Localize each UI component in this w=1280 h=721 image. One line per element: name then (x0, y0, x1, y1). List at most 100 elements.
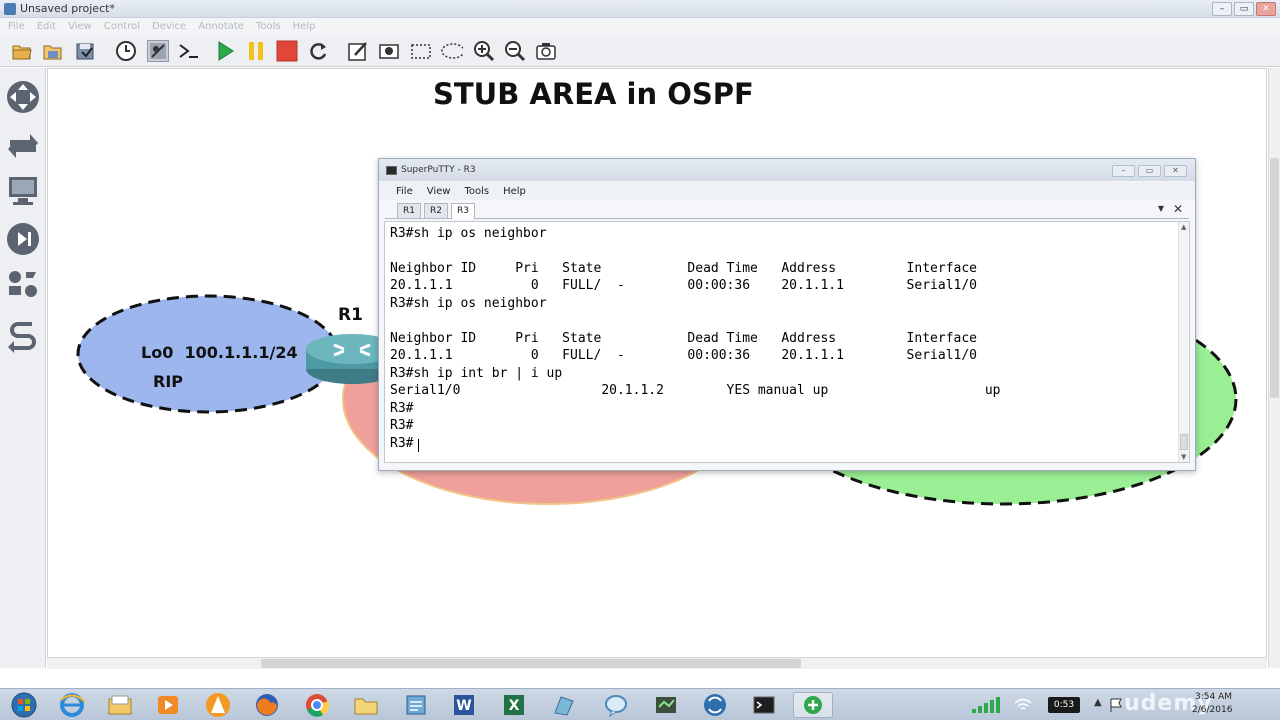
menu-help[interactable]: Help (293, 21, 316, 32)
canvas-vertical-scrollbar[interactable] (1268, 68, 1280, 668)
putty-title: SuperPuTTY - R3 (401, 165, 476, 175)
notepad-pad-icon[interactable] (396, 692, 436, 718)
open-project-icon[interactable] (42, 40, 64, 62)
putty-menu-tools[interactable]: Tools (464, 186, 489, 197)
putty-terminal-icon (386, 166, 397, 175)
paint-icon[interactable] (544, 692, 584, 718)
terminal-output[interactable]: R3#sh ip os neighbor Neighbor ID Pri Sta… (384, 221, 1190, 463)
app-title-bar: Unsaved project* – ▭ ✕ (0, 0, 1280, 18)
putty-title-bar[interactable]: SuperPuTTY - R3 – ▭ ✕ (379, 159, 1195, 181)
screenshot-icon[interactable] (535, 40, 557, 62)
menu-device[interactable]: Device (152, 21, 186, 32)
vlc-player-icon[interactable] (198, 692, 238, 718)
horizontal-scroll-thumb[interactable] (261, 659, 801, 668)
recording-timer-badge: 0:53 (1048, 697, 1080, 713)
chrome-icon[interactable] (297, 692, 337, 718)
suspend-all-icon[interactable] (245, 40, 267, 62)
putty-menu-help[interactable]: Help (503, 186, 526, 197)
open-folder-icon[interactable] (11, 40, 33, 62)
annotate-note-icon[interactable] (347, 40, 369, 62)
wifi-icon[interactable] (1014, 697, 1032, 713)
text-cursor (418, 439, 419, 452)
menu-control[interactable]: Control (104, 21, 140, 32)
putty-maximize-button[interactable]: ▭ (1138, 165, 1161, 177)
tab-r2[interactable]: R2 (424, 203, 448, 218)
gns3-active-icon[interactable] (793, 692, 833, 718)
maximize-button[interactable]: ▭ (1234, 2, 1254, 16)
zoom-in-icon[interactable] (473, 40, 495, 62)
main-toolbar (0, 35, 1280, 67)
terminal-line: R3# (390, 418, 414, 433)
scroll-up-arrow-icon[interactable]: ▲ (1181, 223, 1186, 231)
save-icon[interactable] (74, 40, 96, 62)
flag-icon[interactable] (1108, 697, 1124, 713)
terminal-line: 20.1.1.1 0 FULL/ - 00:00:36 20.1.1.1 Ser… (390, 278, 977, 293)
terminal-scrollbar[interactable]: ▲ ▼ (1178, 222, 1189, 462)
putty-minimize-button[interactable]: – (1112, 165, 1135, 177)
zoom-out-icon[interactable] (504, 40, 526, 62)
tab-r3[interactable]: R3 (451, 203, 475, 219)
word-icon[interactable]: W (444, 692, 484, 718)
messenger-icon[interactable] (596, 692, 636, 718)
security-devices-icon[interactable] (6, 222, 40, 256)
all-devices-icon[interactable] (6, 268, 40, 302)
draw-ellipse-icon[interactable] (441, 40, 463, 62)
minimize-button[interactable]: – (1212, 2, 1232, 16)
terminal-scroll-thumb[interactable] (1180, 434, 1188, 450)
menu-file[interactable]: File (8, 21, 25, 32)
firefox-icon[interactable] (247, 692, 287, 718)
clock-date[interactable]: 2/6/2016 (1192, 705, 1232, 715)
stop-all-icon[interactable] (276, 40, 298, 62)
menu-bar: File Edit View Control Device Annotate T… (0, 18, 1280, 35)
taskbar: W X 0:53 ▲ udemy 3:54 AM 2/6/2016 (0, 688, 1280, 720)
routers-icon[interactable] (6, 80, 40, 114)
tab-list-dropdown-icon[interactable]: ▼ (1158, 204, 1164, 213)
putty-close-button[interactable]: ✕ (1164, 165, 1187, 177)
scroll-down-arrow-icon[interactable]: ▼ (1181, 453, 1186, 461)
terminal-icon[interactable] (744, 692, 784, 718)
gns3-icon[interactable] (646, 692, 686, 718)
terminal-line: R3# (390, 401, 414, 416)
putty-menu-file[interactable]: File (396, 186, 413, 197)
end-devices-icon[interactable] (6, 174, 40, 208)
system-tray: 0:53 ▲ udemy 3:54 AM 2/6/2016 (960, 689, 1280, 721)
clock-time[interactable]: 3:54 AM (1192, 692, 1232, 702)
superputty-window[interactable]: SuperPuTTY - R3 – ▭ ✕ File View Tools He… (378, 158, 1196, 471)
folder-icon[interactable] (346, 692, 386, 718)
canvas-horizontal-scrollbar[interactable] (47, 657, 1267, 669)
svg-text:X: X (509, 698, 520, 714)
reload-all-icon[interactable] (307, 40, 329, 62)
add-link-icon[interactable] (6, 320, 40, 354)
insert-picture-icon[interactable] (378, 40, 400, 62)
excel-icon[interactable]: X (494, 692, 534, 718)
draw-rectangle-icon[interactable] (410, 40, 432, 62)
tray-expand-icon[interactable]: ▲ (1094, 697, 1102, 708)
console-all-icon[interactable] (178, 40, 200, 62)
close-button[interactable]: ✕ (1256, 2, 1276, 16)
snapshot-clock-icon[interactable] (115, 40, 137, 62)
putty-menu-view[interactable]: View (427, 186, 451, 197)
webex-icon[interactable] (695, 692, 735, 718)
terminal-line: Neighbor ID Pri State Dead Time Address … (390, 261, 977, 276)
switches-icon[interactable] (6, 128, 40, 162)
terminal-line: R3#sh ip os neighbor (390, 296, 547, 311)
router-r1-label: R1 (338, 305, 363, 325)
internet-explorer-icon[interactable] (52, 692, 92, 718)
menu-tools[interactable]: Tools (256, 21, 281, 32)
tab-close-icon[interactable]: ✕ (1173, 202, 1183, 216)
file-explorer-icon[interactable] (100, 692, 140, 718)
window-controls: – ▭ ✕ (1212, 2, 1276, 16)
menu-annotate[interactable]: Annotate (198, 21, 244, 32)
terminal-line: R3# (390, 436, 414, 451)
menu-view[interactable]: View (68, 21, 92, 32)
menu-edit[interactable]: Edit (37, 21, 56, 32)
vertical-scroll-thumb[interactable] (1270, 158, 1279, 398)
svg-text:W: W (456, 698, 471, 714)
start-all-icon[interactable] (214, 40, 236, 62)
tab-r1[interactable]: R1 (397, 203, 421, 218)
terminal-line: Neighbor ID Pri State Dead Time Address … (390, 331, 977, 346)
putty-menu-bar: File View Tools Help (379, 182, 1195, 200)
media-player-icon[interactable] (148, 692, 188, 718)
show-interfaces-icon[interactable] (147, 40, 169, 62)
start-orb-icon[interactable] (4, 692, 44, 718)
